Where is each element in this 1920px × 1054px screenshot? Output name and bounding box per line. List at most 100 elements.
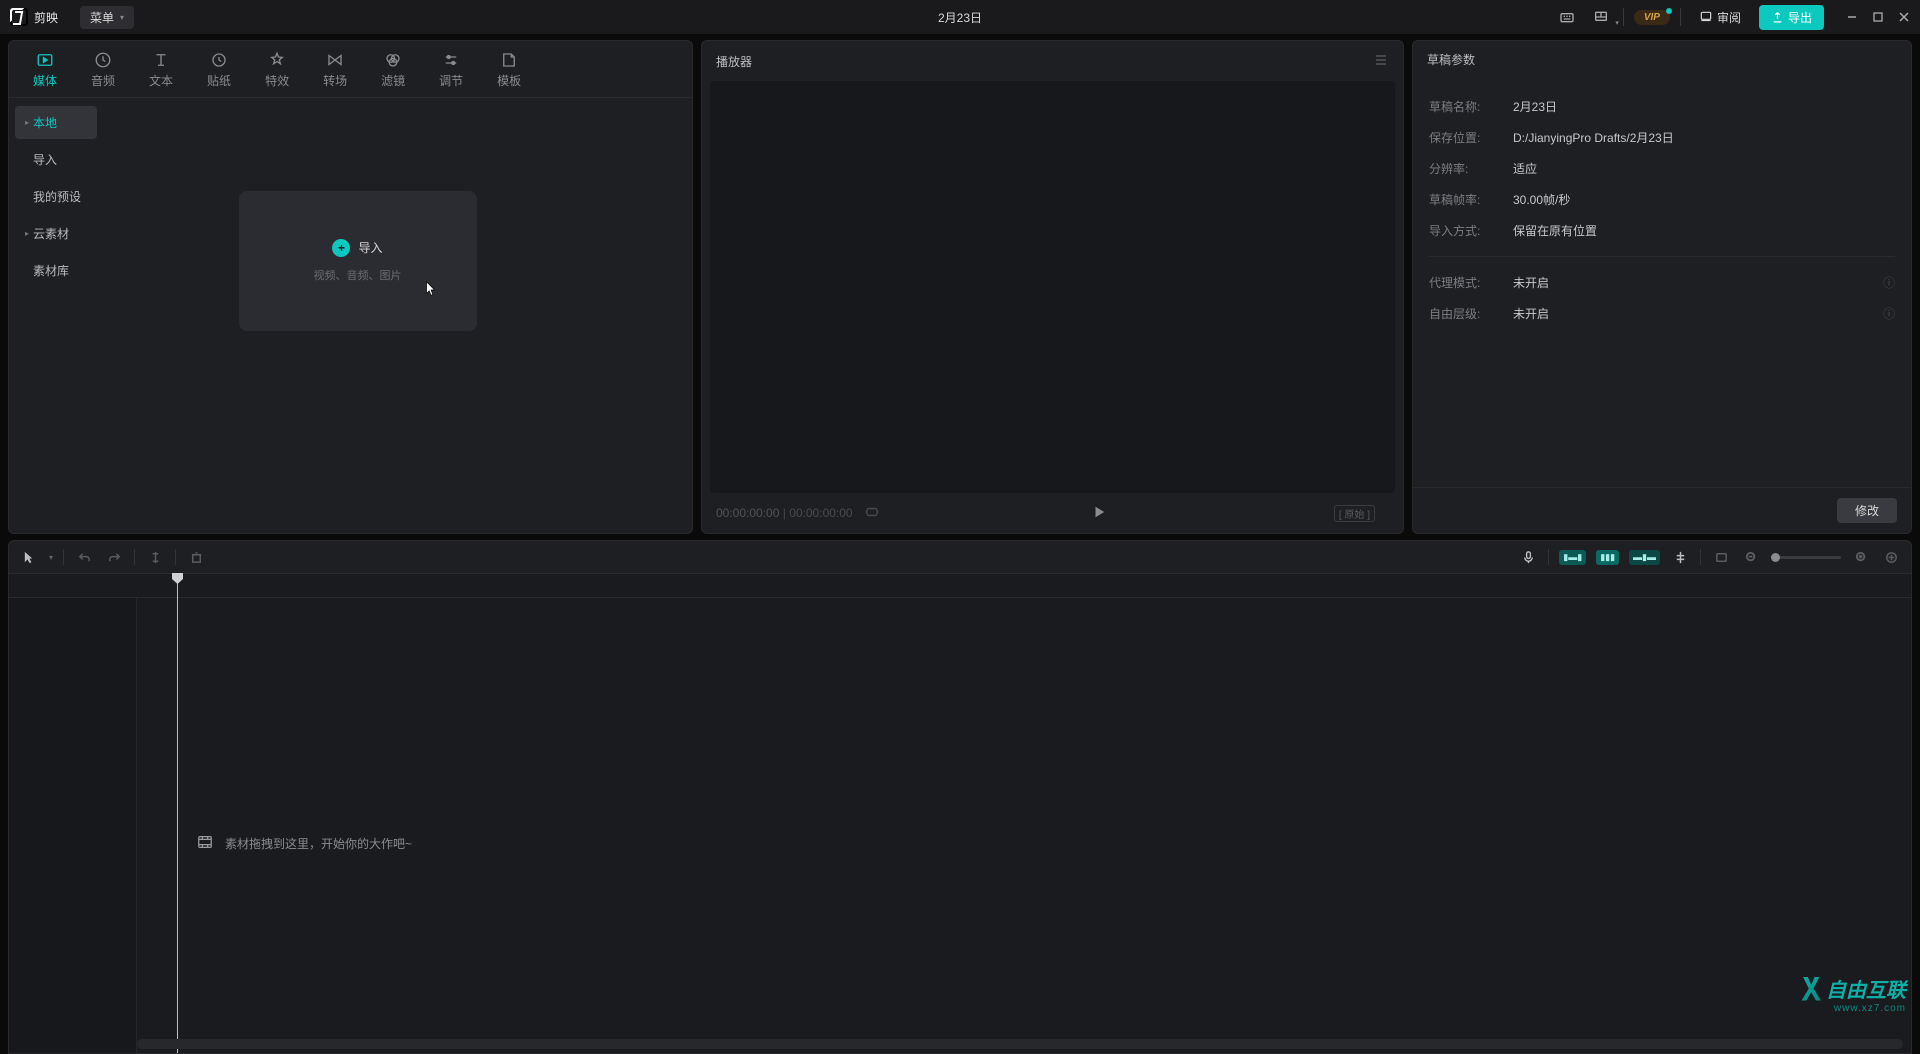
- preview-icon[interactable]: [1711, 547, 1731, 567]
- tab-sticker[interactable]: 贴纸: [191, 47, 247, 97]
- effects-icon: [266, 51, 288, 69]
- player-menu-icon[interactable]: [1373, 52, 1389, 71]
- delete-icon[interactable]: [186, 547, 206, 567]
- chevron-right-icon: ▸: [25, 118, 29, 127]
- param-import-value: 保留在原有位置: [1513, 222, 1597, 239]
- watermark-text: 自由互联: [1826, 974, 1906, 1003]
- minimize-icon[interactable]: [1846, 11, 1858, 23]
- layout-icon[interactable]: ▾: [1589, 5, 1613, 29]
- tab-transition-label: 转场: [323, 72, 347, 89]
- info-icon[interactable]: ⓘ: [1883, 274, 1895, 291]
- maximize-icon[interactable]: [1872, 11, 1884, 23]
- export-button[interactable]: 导出: [1759, 5, 1824, 30]
- tab-adjust-label: 调节: [439, 72, 463, 89]
- tab-adjust[interactable]: 调节: [423, 47, 479, 97]
- ratio-badge[interactable]: [ 原始 ]: [1334, 505, 1375, 522]
- param-import: 导入方式: 保留在原有位置: [1429, 215, 1895, 246]
- info-icon[interactable]: ⓘ: [1883, 305, 1895, 322]
- tab-template[interactable]: 模板: [481, 47, 537, 97]
- menu-label: 菜单: [90, 9, 114, 26]
- player-title: 播放器: [716, 53, 752, 70]
- param-proxy: 代理模式: 未开启 ⓘ: [1429, 267, 1895, 298]
- param-import-label: 导入方式:: [1429, 222, 1513, 239]
- expand-time-icon[interactable]: [865, 505, 879, 522]
- tool-chevron-icon[interactable]: ▾: [49, 553, 53, 562]
- cursor-icon: [425, 281, 437, 297]
- app-logo-icon: [10, 8, 28, 26]
- chevron-right-icon: ▸: [25, 229, 29, 238]
- export-label: 导出: [1788, 9, 1812, 26]
- sidebar-local-label: 本地: [33, 114, 57, 131]
- menu-button[interactable]: 菜单 ▾: [80, 6, 134, 29]
- review-button[interactable]: 审阅: [1691, 6, 1749, 29]
- import-area: + 导入 视频、音频、图片: [103, 98, 692, 533]
- sidebar-local[interactable]: ▸ 本地: [15, 106, 97, 139]
- sidebar-mypresets-label: 我的预设: [33, 188, 81, 205]
- time-total: 00:00:00:00: [789, 506, 852, 520]
- zoom-in-icon[interactable]: [1851, 547, 1871, 567]
- sidebar-cloud[interactable]: ▸ 云素材: [15, 217, 97, 250]
- timeline-ruler[interactable]: [9, 574, 1911, 598]
- import-dropzone[interactable]: + 导入 视频、音频、图片: [239, 191, 477, 331]
- tab-transition[interactable]: 转场: [307, 47, 363, 97]
- tab-effects[interactable]: 特效: [249, 47, 305, 97]
- media-sidebar: ▸ 本地 导入 我的预设 ▸ 云素材 素材库: [9, 98, 103, 533]
- tab-text[interactable]: 文本: [133, 47, 189, 97]
- tab-audio[interactable]: 音频: [75, 47, 131, 97]
- timeline[interactable]: 素材拖拽到这里，开始你的大作吧~: [8, 574, 1912, 1054]
- param-path: 保存位置: D:/JianyingPro Drafts/2月23日: [1429, 122, 1895, 153]
- review-label: 审阅: [1717, 9, 1741, 26]
- param-path-label: 保存位置:: [1429, 129, 1513, 146]
- timeline-hint-text: 素材拖拽到这里，开始你的大作吧~: [225, 835, 412, 852]
- timeline-scrollbar[interactable]: [137, 1039, 1903, 1049]
- tab-media[interactable]: 媒体: [17, 47, 73, 97]
- divider: [63, 549, 64, 565]
- player-viewport[interactable]: [710, 81, 1395, 493]
- player-panel: 播放器 00:00:00:00 | 00:00:00:00 [: [701, 40, 1404, 534]
- close-icon[interactable]: [1898, 11, 1910, 23]
- track-toggle-1[interactable]: ▮▬▮: [1559, 550, 1586, 565]
- tab-template-label: 模板: [497, 72, 521, 89]
- undo-icon[interactable]: [74, 547, 94, 567]
- tab-text-label: 文本: [149, 72, 173, 89]
- play-button[interactable]: [1092, 505, 1106, 522]
- select-tool-icon[interactable]: [19, 547, 39, 567]
- zoom-slider[interactable]: [1771, 556, 1841, 559]
- zoom-fit-icon[interactable]: [1881, 547, 1901, 567]
- params-panel: 草稿参数 草稿名称: 2月23日 保存位置: D:/JianyingPro Dr…: [1412, 40, 1912, 534]
- timeline-gutter: [9, 598, 137, 1053]
- split-icon[interactable]: [145, 547, 165, 567]
- tab-filter[interactable]: 滤镜: [365, 47, 421, 97]
- align-icon[interactable]: [1670, 547, 1690, 567]
- tab-effects-label: 特效: [265, 72, 289, 89]
- app-name: 剪映: [34, 9, 58, 26]
- zoom-out-icon[interactable]: [1741, 547, 1761, 567]
- mic-icon[interactable]: [1518, 547, 1538, 567]
- divider: [134, 549, 135, 565]
- divider: [1680, 8, 1681, 26]
- time-current: 00:00:00:00: [716, 506, 779, 520]
- redo-icon[interactable]: [104, 547, 124, 567]
- param-layer-value: 未开启: [1513, 305, 1549, 322]
- player-time: 00:00:00:00 | 00:00:00:00: [716, 506, 853, 520]
- track-toggle-3[interactable]: ▬▮▬: [1629, 550, 1660, 565]
- sidebar-import-label: 导入: [33, 151, 57, 168]
- modify-button[interactable]: 修改: [1837, 498, 1897, 523]
- brand: 剪映: [10, 8, 58, 26]
- import-subtitle: 视频、音频、图片: [314, 267, 402, 283]
- playhead[interactable]: [177, 574, 178, 1053]
- param-proxy-value: 未开启: [1513, 274, 1549, 291]
- sidebar-cloud-label: 云素材: [33, 225, 69, 242]
- shortcuts-icon[interactable]: [1555, 5, 1579, 29]
- sidebar-mypresets[interactable]: 我的预设: [15, 180, 97, 213]
- param-fps: 草稿帧率: 30.00帧/秒: [1429, 184, 1895, 215]
- track-toggle-2[interactable]: ▮▮▮: [1596, 550, 1619, 565]
- sidebar-import[interactable]: 导入: [15, 143, 97, 176]
- separator: [1429, 256, 1895, 257]
- sidebar-library[interactable]: 素材库: [15, 254, 97, 287]
- tab-media-label: 媒体: [33, 72, 57, 89]
- divider: [1700, 549, 1701, 565]
- vip-badge[interactable]: VIP: [1634, 10, 1670, 25]
- media-play-icon: [34, 51, 56, 69]
- audio-icon: [92, 51, 114, 69]
